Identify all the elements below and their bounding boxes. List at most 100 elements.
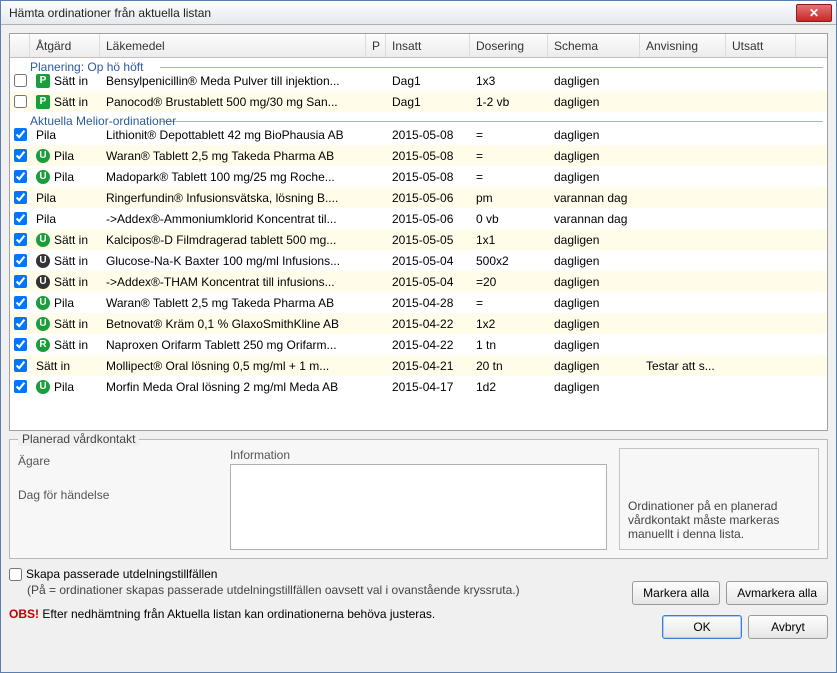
row-checkbox[interactable] [14, 359, 27, 372]
dos-cell: = [470, 149, 548, 163]
action-cell: U Sätt in [30, 317, 100, 331]
row-checkbox[interactable] [14, 212, 27, 225]
col-schema[interactable]: Schema [548, 34, 640, 57]
row-checkbox[interactable] [14, 170, 27, 183]
insatt-cell: 2015-05-06 [386, 212, 470, 226]
med-cell: Glucose-Na-K Baxter 100 mg/ml Infusions.… [100, 254, 366, 268]
info-label: Information [230, 448, 607, 462]
row-checkbox[interactable] [14, 317, 27, 330]
action-text: Pila [54, 149, 74, 163]
schema-cell: dagligen [548, 254, 640, 268]
row-checkbox[interactable] [14, 296, 27, 309]
obs-line: OBS! Efter nedhämtning från Aktuella lis… [9, 607, 626, 621]
action-text: Sätt in [54, 317, 88, 331]
row-checkbox[interactable] [14, 275, 27, 288]
col-medication[interactable]: Läkemedel [100, 34, 366, 57]
mark-all-button[interactable]: Markera alla [632, 581, 720, 605]
u-badge-icon: U [36, 254, 50, 268]
insatt-cell: 2015-05-04 [386, 275, 470, 289]
dos-cell: 1x2 [470, 317, 548, 331]
action-cell: RSätt in [30, 338, 100, 352]
col-p[interactable]: P [366, 34, 386, 57]
row-checkbox[interactable] [14, 149, 27, 162]
action-text: Pila [36, 212, 56, 226]
med-cell: Betnovat® Kräm 0,1 % GlaxoSmithKline AB [100, 317, 366, 331]
table-row[interactable]: U Sätt in Glucose-Na-K Baxter 100 mg/ml In… [10, 250, 827, 271]
table-row[interactable]: USätt inKalcipos®-D Filmdragerad tablett… [10, 229, 827, 250]
action-text: Pila [54, 296, 74, 310]
row-checkbox[interactable] [14, 338, 27, 351]
obs-text: Efter nedhämtning från Aktuella listan k… [39, 607, 435, 621]
panel-title: Planerad vårdkontakt [18, 432, 139, 446]
bottom-area: Skapa passerade utdelningstillfällen (På… [9, 567, 828, 639]
grid-body[interactable]: Planering: Op hö höftPSätt inBensylpenic… [10, 58, 827, 430]
col-utsatt[interactable]: Utsatt [726, 34, 796, 57]
action-text: Sätt in [54, 254, 88, 268]
unmark-all-button[interactable]: Avmarkera alla [726, 581, 828, 605]
table-row[interactable]: U Sätt in Betnovat® Kräm 0,1 % GlaxoSmithK… [10, 313, 827, 334]
action-cell: Pila [30, 191, 100, 205]
table-row[interactable]: PSätt inBensylpenicillin® Meda Pulver ti… [10, 70, 827, 91]
row-checkbox[interactable] [14, 254, 27, 267]
schema-cell: varannan dag [548, 191, 640, 205]
med-cell: Kalcipos®-D Filmdragerad tablett 500 mg.… [100, 233, 366, 247]
action-cell: UPila [30, 170, 100, 184]
dos-cell: 0 vb [470, 212, 548, 226]
close-button[interactable]: ✕ [796, 4, 832, 22]
med-cell: Panocod® Brustablett 500 mg/30 mg San... [100, 95, 366, 109]
action-cell: USätt in [30, 275, 100, 289]
row-checkbox[interactable] [14, 74, 27, 87]
action-cell: USätt in [30, 233, 100, 247]
col-anvisning[interactable]: Anvisning [640, 34, 726, 57]
schema-cell: dagligen [548, 338, 640, 352]
close-icon: ✕ [809, 6, 819, 20]
col-check[interactable] [10, 34, 30, 57]
row-checkbox[interactable] [14, 95, 27, 108]
insatt-cell: 2015-05-06 [386, 191, 470, 205]
col-insatt[interactable]: Insatt [386, 34, 470, 57]
med-cell: Waran® Tablett 2,5 mg Takeda Pharma AB [100, 149, 366, 163]
action-cell: Pila [30, 128, 100, 142]
table-row[interactable]: UPilaMadopark® Tablett 100 mg/25 mg Roch… [10, 166, 827, 187]
action-text: Pila [36, 128, 56, 142]
col-action[interactable]: Åtgärd [30, 34, 100, 57]
row-checkbox[interactable] [14, 191, 27, 204]
table-row[interactable]: RSätt inNaproxen Orifarm Tablett 250 mg … [10, 334, 827, 355]
table-row[interactable]: P Sätt in Panocod® Brustablett 500 mg/30 m… [10, 91, 827, 112]
action-text: Sätt in [54, 74, 88, 88]
info-textarea[interactable] [230, 464, 607, 550]
col-dosering[interactable]: Dosering [470, 34, 548, 57]
skapa-sub: (På = ordinationer skapas passerade utde… [27, 583, 626, 597]
med-cell: Madopark® Tablett 100 mg/25 mg Roche... [100, 170, 366, 184]
row-checkbox[interactable] [14, 128, 27, 141]
cancel-button[interactable]: Avbryt [748, 615, 828, 639]
med-cell: Bensylpenicillin® Meda Pulver till injek… [100, 74, 366, 88]
ok-button[interactable]: OK [662, 615, 742, 639]
row-checkbox[interactable] [14, 380, 27, 393]
action-cell: PSätt in [30, 74, 100, 88]
schema-cell: dagligen [548, 74, 640, 88]
insatt-cell: Dag1 [386, 95, 470, 109]
table-row[interactable]: Pila->Addex®-Ammoniumklorid Koncentrat t… [10, 208, 827, 229]
table-row[interactable]: Sätt inMollipect® Oral lösning 0,5 mg/ml… [10, 355, 827, 376]
action-cell: Pila [30, 212, 100, 226]
table-row[interactable]: UPilaWaran® Tablett 2,5 mg Takeda Pharma… [10, 145, 827, 166]
vardkontakt-panel: Planerad vårdkontakt Ägare Dag för hände… [9, 439, 828, 559]
med-cell: Waran® Tablett 2,5 mg Takeda Pharma AB [100, 296, 366, 310]
dos-cell: =20 [470, 275, 548, 289]
table-row[interactable]: USätt in->Addex®-THAM Koncentrat till in… [10, 271, 827, 292]
table-row[interactable]: PilaLithionit® Depottablett 42 mg BioPha… [10, 124, 827, 145]
p-badge-icon: P [36, 95, 50, 109]
action-text: Sätt in [54, 275, 88, 289]
table-row[interactable]: PilaRingerfundin® Infusionsvätska, lösni… [10, 187, 827, 208]
table-row[interactable]: UPilaWaran® Tablett 2,5 mg Takeda Pharma… [10, 292, 827, 313]
u-badge-icon: U [36, 317, 50, 331]
action-text: Sätt in [54, 95, 88, 109]
table-row[interactable]: UPilaMorfin Meda Oral lösning 2 mg/ml Me… [10, 376, 827, 397]
skapa-checkbox[interactable] [9, 568, 22, 581]
row-checkbox[interactable] [14, 233, 27, 246]
titlebar: Hämta ordinationer från aktuella listan … [1, 1, 836, 25]
dos-cell: = [470, 128, 548, 142]
group-header: Aktuella Melior-ordinationer [10, 112, 827, 124]
dos-cell: 500x2 [470, 254, 548, 268]
